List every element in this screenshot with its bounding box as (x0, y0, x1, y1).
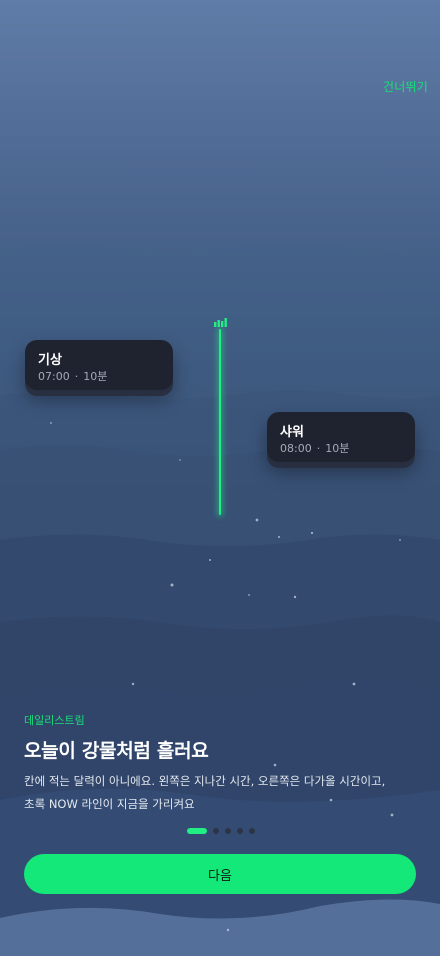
onboarding-description: 칸에 적는 달력이 아니에요. 왼쪽은 지나간 시간, 오른쪽은 다가올 시간이… (24, 770, 424, 816)
card-duration: 10분 (325, 442, 350, 455)
timeline-card-shower[interactable]: 샤워 08:00 · 10분 (267, 412, 415, 462)
card-title: 샤워 (280, 425, 304, 440)
card-separator: · (74, 370, 79, 383)
signal-bars-icon (214, 318, 227, 327)
page-dot[interactable] (237, 828, 243, 834)
card-duration: 10분 (83, 370, 108, 383)
card-meta: 08:00 · 10분 (280, 440, 349, 456)
card-meta: 07:00 · 10분 (38, 368, 107, 384)
page-dot[interactable] (213, 828, 219, 834)
card-separator: · (316, 442, 321, 455)
card-title: 기상 (38, 353, 62, 368)
next-button[interactable]: 다음 (24, 854, 416, 894)
page-dot[interactable] (225, 828, 231, 834)
page-dot-active[interactable] (187, 828, 207, 834)
page-dot[interactable] (249, 828, 255, 834)
onboarding-headline: 오늘이 강물처럼 흘러요 (24, 740, 209, 762)
description-line-1: 칸에 적는 달력이 아니에요. 왼쪽은 지나간 시간, 오른쪽은 다가올 시간이… (24, 774, 386, 788)
onboarding-screen: 건너뛰기 기상 07:00 · 10분 샤워 08:00 · 10분 데일리스트림 오늘… (0, 0, 440, 956)
card-time: 07:00 (38, 370, 70, 383)
now-line (219, 329, 221, 515)
card-time: 08:00 (280, 442, 312, 455)
timeline-card-wake-up[interactable]: 기상 07:00 · 10분 (25, 340, 173, 390)
page-indicator (187, 828, 255, 834)
description-line-2: 초록 NOW 라인이 지금을 가리켜요 (24, 797, 195, 811)
onboarding-eyebrow: 데일리스트림 (24, 714, 85, 727)
skip-button[interactable]: 건너뛰기 (383, 78, 428, 95)
